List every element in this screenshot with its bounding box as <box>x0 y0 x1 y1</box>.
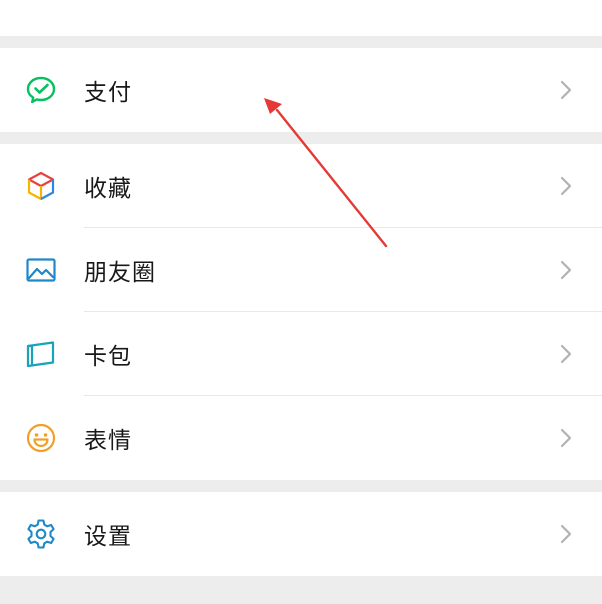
top-section-block <box>0 0 602 36</box>
menu-item-pay-label: 支付 <box>84 80 132 106</box>
menu-item-settings-label: 设置 <box>84 524 132 550</box>
wechat-pay-icon <box>24 73 58 107</box>
settings-group: 设置 <box>0 492 602 576</box>
picture-icon <box>24 253 58 287</box>
menu-item-favorites[interactable]: 收藏 <box>0 144 602 228</box>
chevron-right-icon <box>558 259 574 281</box>
chevron-right-icon <box>558 427 574 449</box>
gear-icon <box>24 517 58 551</box>
chevron-right-icon <box>558 343 574 365</box>
card-icon <box>24 337 58 371</box>
menu-item-stickers[interactable]: 表情 <box>0 396 602 480</box>
menu-item-cards[interactable]: 卡包 <box>0 312 602 396</box>
menu-item-cards-label: 卡包 <box>84 344 132 370</box>
features-group: 收藏 朋友圈 卡包 表情 <box>0 144 602 480</box>
menu-item-moments-label: 朋友圈 <box>84 260 156 286</box>
smiley-icon <box>24 421 58 455</box>
menu-item-settings[interactable]: 设置 <box>0 492 602 576</box>
menu-item-moments[interactable]: 朋友圈 <box>0 228 602 312</box>
menu-item-favorites-label: 收藏 <box>84 176 132 202</box>
pay-group: 支付 <box>0 48 602 132</box>
menu-item-stickers-label: 表情 <box>84 428 132 454</box>
menu-item-pay[interactable]: 支付 <box>0 48 602 132</box>
chevron-right-icon <box>558 79 574 101</box>
chevron-right-icon <box>558 523 574 545</box>
cube-icon <box>24 169 58 203</box>
chevron-right-icon <box>558 175 574 197</box>
